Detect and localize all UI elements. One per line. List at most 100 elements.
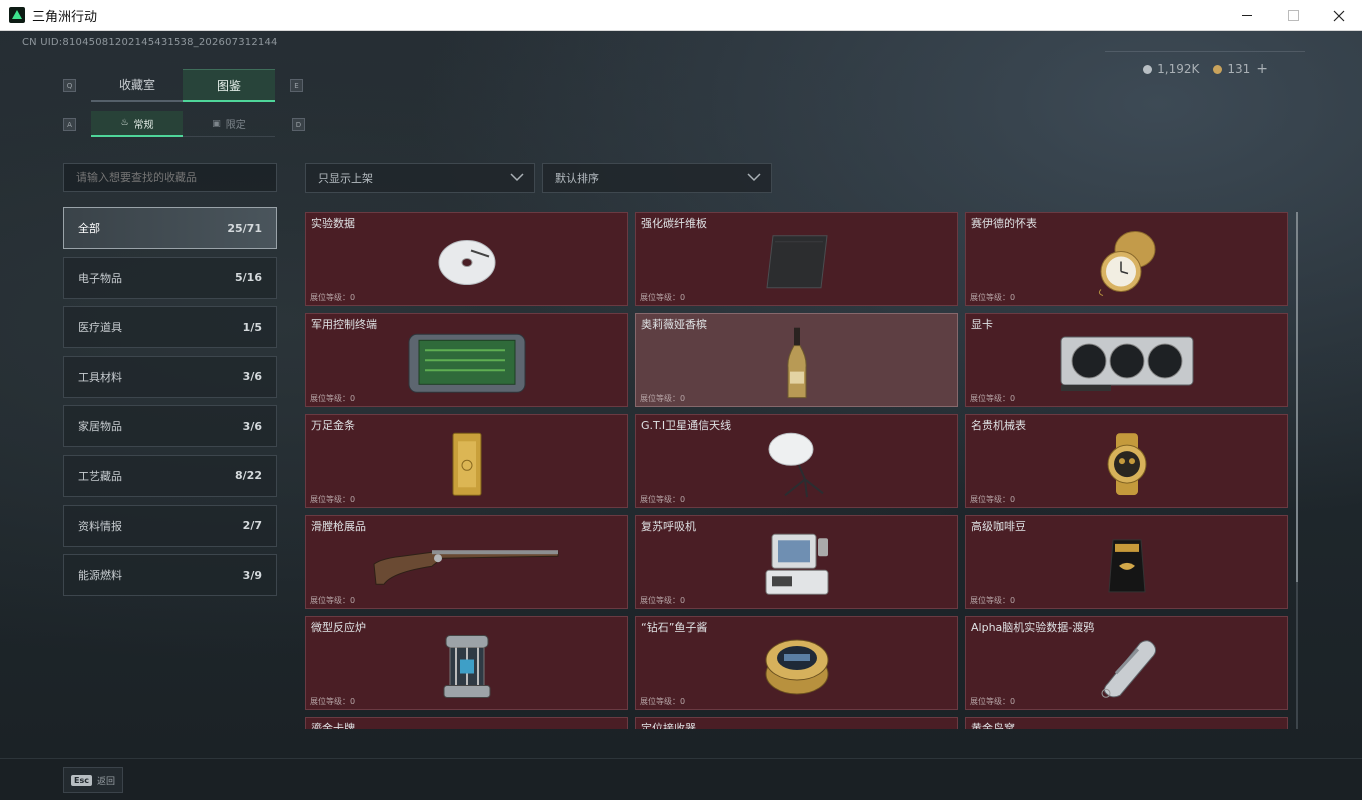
- item-card-selected[interactable]: 奥莉薇娅香槟 展位等级：0: [635, 313, 958, 407]
- frame-icon: ▣: [212, 118, 221, 129]
- item-grid-viewport[interactable]: 实验数据 展位等级：0 强化碳纤维板 展位等级：0 赛伊德的怀表 展位等级：0 …: [305, 212, 1291, 729]
- window-controls: [1224, 0, 1362, 31]
- coffee-bag-icon: [1107, 539, 1146, 593]
- graphics-card-icon: [1060, 336, 1193, 391]
- item-card[interactable]: 复苏呼吸机 展位等级：0: [635, 515, 958, 609]
- item-name: 万足金条: [311, 419, 355, 432]
- key-hint-e: E: [290, 79, 303, 92]
- category-all[interactable]: 全部 25/71: [63, 207, 277, 249]
- item-level: 展位等级：0: [310, 495, 356, 504]
- maximize-button[interactable]: [1270, 0, 1316, 31]
- window-titlebar: 三角洲行动: [0, 0, 1362, 31]
- item-level: 展位等级：0: [970, 596, 1016, 605]
- silver-coin-icon: [1143, 65, 1153, 74]
- add-currency-button[interactable]: +: [1256, 61, 1268, 77]
- category-electronics[interactable]: 电子物品 5/16: [63, 256, 277, 299]
- category-intel[interactable]: 资料情报 2/7: [63, 504, 277, 547]
- item-name: 滑膛枪展品: [311, 520, 366, 533]
- currency-gold[interactable]: 131 +: [1213, 61, 1268, 77]
- category-list: 全部 25/71 电子物品 5/16 医疗道具 1/5 工具材料 3/6 家居物品 3/6…: [63, 207, 277, 604]
- close-button[interactable]: [1316, 0, 1362, 31]
- item-level: 展位等级：0: [640, 596, 686, 605]
- item-level: 展位等级：0: [970, 495, 1016, 504]
- item-name: Alpha脑机实验数据-渡鸦: [971, 621, 1095, 634]
- currency-divider: [1105, 51, 1305, 52]
- main-tabs: 收藏室 图鉴: [91, 69, 275, 102]
- item-level: 展位等级：0: [310, 596, 356, 605]
- pocket-watch-icon: [1098, 231, 1155, 296]
- category-household[interactable]: 家居物品 3/6: [63, 405, 277, 448]
- item-name: 显卡: [971, 318, 993, 331]
- category-tools[interactable]: 工具材料 3/6: [63, 355, 277, 398]
- game-screen: CN UID:8104508120214543​1538_20260731214…: [0, 31, 1362, 758]
- item-card[interactable]: 鎏金卡牌: [305, 717, 628, 729]
- minimize-button[interactable]: [1224, 0, 1270, 31]
- subtab-limited[interactable]: ▣ 限定: [183, 111, 275, 137]
- back-label: 返回: [96, 776, 115, 787]
- item-card[interactable]: 万足金条 展位等级：0: [305, 414, 628, 508]
- caviar-tin-icon: [765, 639, 828, 695]
- item-name: 复苏呼吸机: [641, 520, 696, 533]
- currency-bar: 1,192K 131 +: [1143, 61, 1268, 77]
- ventilator-icon: [765, 533, 828, 595]
- item-card[interactable]: 显卡 展位等级：0: [965, 313, 1288, 407]
- item-card[interactable]: G.T.I卫星通信天线 展位等级：0: [635, 414, 958, 508]
- window-title: 三角洲行动: [32, 9, 98, 25]
- item-name: 名贵机械表: [971, 419, 1026, 432]
- item-card[interactable]: 微型反应炉 展位等级：0: [305, 616, 628, 710]
- item-name: 高级咖啡豆: [971, 520, 1026, 533]
- key-hint-a: A: [63, 118, 76, 131]
- item-card[interactable]: 赛伊德的怀表 展位等级：0: [965, 212, 1288, 306]
- item-name: 军用控制终端: [311, 318, 377, 331]
- search-input[interactable]: [63, 163, 277, 192]
- back-button[interactable]: Esc 返回: [63, 767, 123, 793]
- currency-silver: 1,192K: [1143, 62, 1199, 76]
- item-card[interactable]: 黄金鸟窝: [965, 717, 1288, 729]
- scrollbar-thumb[interactable]: [1296, 212, 1298, 582]
- item-level: 展位等级：0: [970, 293, 1016, 302]
- key-hint-q: Q: [63, 79, 76, 92]
- item-level: 展位等级：0: [640, 697, 686, 706]
- item-card[interactable]: “钻石”鱼子酱 展位等级：0: [635, 616, 958, 710]
- category-medical[interactable]: 医疗道具 1/5: [63, 306, 277, 349]
- item-name: 强化碳纤维板: [641, 217, 707, 230]
- item-card[interactable]: 高级咖啡豆 展位等级：0: [965, 515, 1288, 609]
- item-card[interactable]: 名贵机械表 展位等级：0: [965, 414, 1288, 508]
- item-card[interactable]: 滑膛枪展品 展位等级：0: [305, 515, 628, 609]
- shelf-filter-dropdown[interactable]: 只显示上架: [305, 163, 535, 193]
- musket-icon: [372, 550, 558, 585]
- sort-dropdown[interactable]: 默认排序: [542, 163, 772, 193]
- sub-tabs: ♨ 常规 ▣ 限定: [91, 111, 275, 137]
- chevron-down-icon: [510, 173, 524, 182]
- disc-icon: [438, 240, 495, 285]
- item-grid: 实验数据 展位等级：0 强化碳纤维板 展位等级：0 赛伊德的怀表 展位等级：0 …: [305, 212, 1291, 729]
- wristwatch-icon: [1107, 433, 1146, 496]
- control-terminal-icon: [408, 333, 525, 393]
- item-card[interactable]: 定位接收器: [635, 717, 958, 729]
- category-energy[interactable]: 能源燃料 3/9: [63, 554, 277, 597]
- champagne-bottle-icon: [786, 327, 807, 399]
- item-level: 展位等级：0: [970, 394, 1016, 403]
- item-name: 实验数据: [311, 217, 355, 230]
- chevron-down-icon: [747, 173, 761, 182]
- item-level: 展位等级：0: [640, 495, 686, 504]
- item-name: “钻石”鱼子酱: [641, 621, 708, 634]
- tab-collection-room[interactable]: 收藏室: [91, 69, 183, 102]
- category-crafts[interactable]: 工艺藏品 8/22: [63, 454, 277, 497]
- key-hint-d: D: [292, 118, 305, 131]
- subtab-regular[interactable]: ♨ 常规: [91, 111, 183, 137]
- item-level: 展位等级：0: [310, 394, 356, 403]
- tab-codex[interactable]: 图鉴: [183, 69, 275, 102]
- close-icon: [1333, 10, 1345, 21]
- grid-scrollbar[interactable]: [1296, 212, 1298, 729]
- item-card[interactable]: Alpha脑机实验数据-渡鸦 展位等级：0: [965, 616, 1288, 710]
- item-card[interactable]: 强化碳纤维板 展位等级：0: [635, 212, 958, 306]
- item-card[interactable]: 军用控制终端 展位等级：0: [305, 313, 628, 407]
- satellite-dish-icon: [768, 432, 824, 498]
- flame-icon: ♨: [120, 118, 129, 128]
- item-name: 黄金鸟窝: [971, 722, 1015, 729]
- item-level: 展位等级：0: [640, 394, 686, 403]
- item-level: 展位等级：0: [640, 293, 686, 302]
- item-card[interactable]: 实验数据 展位等级：0: [305, 212, 628, 306]
- item-level: 展位等级：0: [970, 697, 1016, 706]
